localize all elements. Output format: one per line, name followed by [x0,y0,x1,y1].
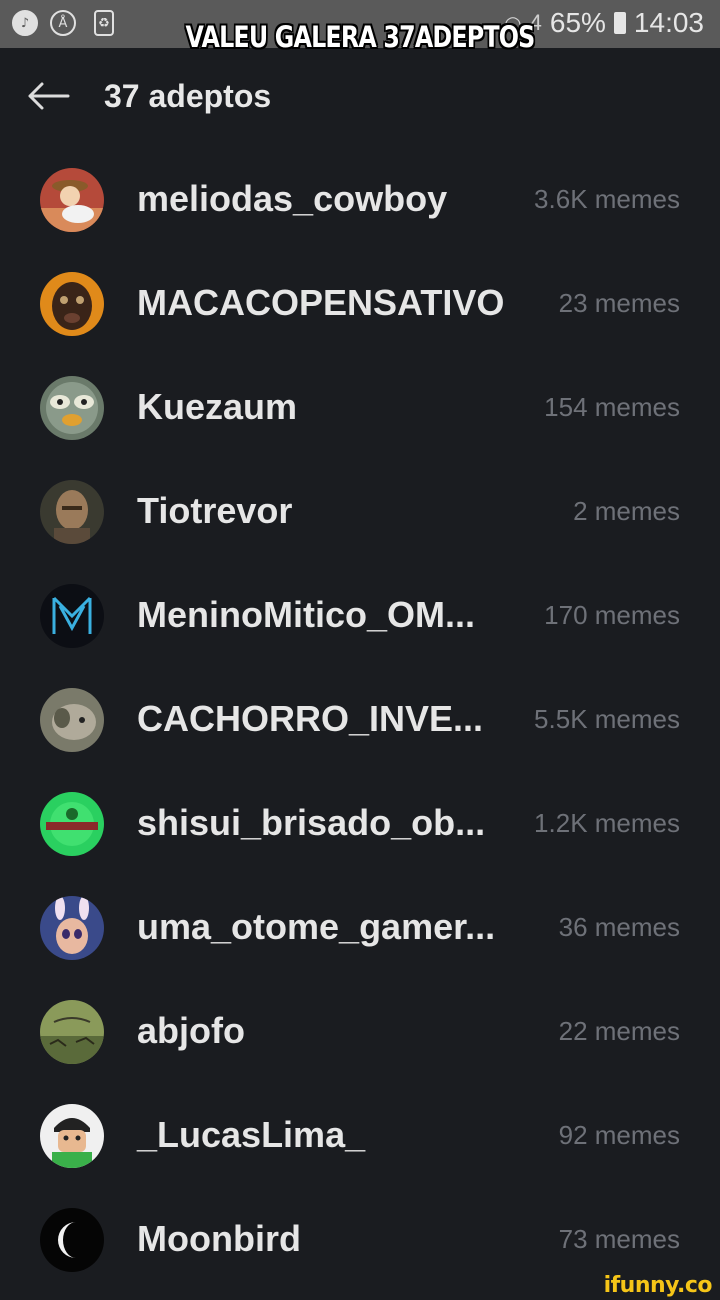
avatar[interactable] [40,168,104,232]
avatar[interactable] [40,1208,104,1272]
meme-count: 170 memes [544,600,680,630]
meme-caption: VALEU GALERA 37ADEPTOS [185,20,536,54]
list-item[interactable]: MeninoMitico_OM... 170 memes [0,564,720,668]
username: abjofo [137,1010,245,1051]
meme-count: 2 memes [573,496,680,526]
avatar[interactable] [40,584,104,648]
back-button[interactable] [26,76,70,116]
list-item[interactable]: abjofo 22 memes [0,980,720,1084]
avatar[interactable] [40,792,104,856]
username: meliodas_cowboy [137,178,448,219]
header: 37 adeptos [0,48,720,148]
username: Tiotrevor [137,490,293,531]
username: uma_otome_gamer... [137,906,496,947]
meme-count: 36 memes [558,912,680,942]
username: _LucasLima_ [137,1114,366,1155]
avatar[interactable] [40,480,104,544]
meme-count: 73 memes [558,1224,680,1254]
username: Moonbird [137,1218,301,1259]
username: MeninoMitico_OM... [137,594,475,635]
meme-count: 154 memes [544,392,680,422]
page-title: 37 adeptos [104,78,272,114]
list-item[interactable]: Tiotrevor 2 memes [0,460,720,564]
meme-count: 1.2K memes [534,808,680,838]
list-item[interactable]: uma_otome_gamer... 36 memes [0,876,720,980]
meme-count: 5.5K memes [534,704,680,734]
music-icon: ♪ [12,10,38,36]
username: shisui_brisado_ob... [137,802,486,843]
username: Kuezaum [137,386,298,427]
ifunny-watermark: ifunny.co [603,1273,713,1298]
username: MACACOPENSATIVO [137,282,505,323]
avatar[interactable] [40,376,104,440]
list-item[interactable]: Kuezaum 154 memes [0,356,720,460]
subscriber-list: meliodas_cowboy 3.6K memes MACACOPENSATI… [0,148,720,1292]
avatar[interactable] [40,1104,104,1168]
list-item[interactable]: meliodas_cowboy 3.6K memes [0,148,720,252]
arrow-left-icon [28,82,70,110]
avatar[interactable] [40,1000,104,1064]
list-item[interactable]: MACACOPENSATIVO 23 memes [0,252,720,356]
list-item[interactable]: CACHORRO_INVE... 5.5K memes [0,668,720,772]
meme-count: 23 memes [558,288,680,318]
meme-count: 22 memes [558,1016,680,1046]
list-item[interactable]: shisui_brisado_ob... 1.2K memes [0,772,720,876]
meme-count: 92 memes [558,1120,680,1150]
list-item[interactable]: _LucasLima_ 92 memes [0,1084,720,1188]
username: CACHORRO_INVE... [137,698,484,739]
meme-count: 3.6K memes [534,184,680,214]
avatar[interactable] [40,688,104,752]
avatar[interactable] [40,272,104,336]
avatar[interactable] [40,896,104,960]
